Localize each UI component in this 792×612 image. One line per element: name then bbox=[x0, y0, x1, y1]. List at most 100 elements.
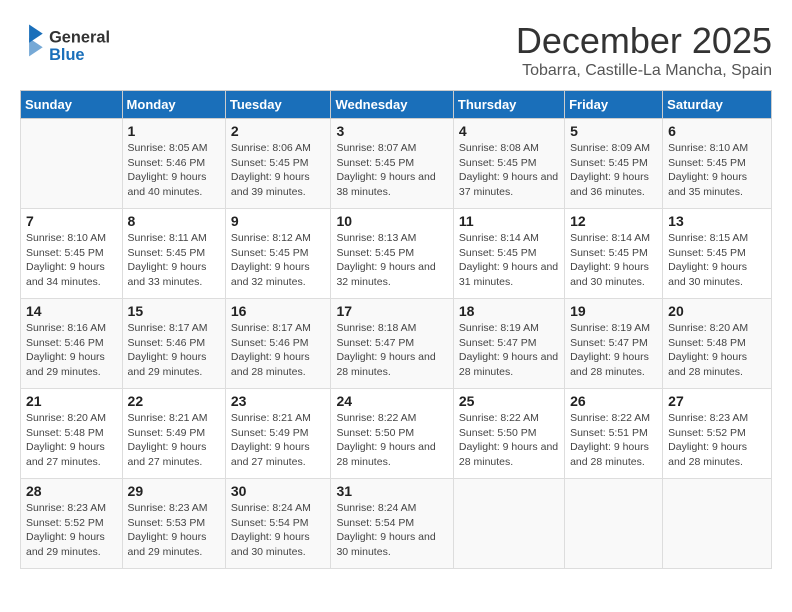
week-row-5: 28 Sunrise: 8:23 AM Sunset: 5:52 PM Dayli… bbox=[21, 479, 772, 569]
day-header-thursday: Thursday bbox=[453, 91, 564, 119]
calendar-cell: 17Sunrise: 8:18 AM Sunset: 5:47 PM Dayli… bbox=[331, 299, 453, 389]
day-info: Sunrise: 8:21 AM Sunset: 5:49 PM Dayligh… bbox=[231, 411, 326, 470]
day-info: Sunrise: 8:11 AM Sunset: 5:45 PM Dayligh… bbox=[128, 231, 220, 290]
day-number: 25 bbox=[459, 393, 559, 409]
calendar-cell: 28 Sunrise: 8:23 AM Sunset: 5:52 PM Dayli… bbox=[21, 479, 123, 569]
day-info: Sunrise: 8:24 AM Sunset: 5:54 PM Dayligh… bbox=[336, 501, 447, 560]
day-info: Sunrise: 8:19 AM Sunset: 5:47 PM Dayligh… bbox=[570, 321, 657, 380]
day-info: Sunrise: 8:22 AM Sunset: 5:50 PM Dayligh… bbox=[336, 411, 447, 470]
calendar-cell: 21 Sunrise: 8:20 AM Sunset: 5:48 PM Dayli… bbox=[21, 389, 123, 479]
month-title: December 2025 bbox=[516, 20, 772, 62]
calendar-cell: 23 Sunrise: 8:21 AM Sunset: 5:49 PM Dayli… bbox=[225, 389, 331, 479]
day-number: 17 bbox=[336, 303, 447, 319]
day-info: Sunrise: 8:14 AM Sunset: 5:45 PM Dayligh… bbox=[570, 231, 657, 290]
calendar-cell: 12 Sunrise: 8:14 AM Sunset: 5:45 PM Dayli… bbox=[565, 209, 663, 299]
day-number: 12 bbox=[570, 213, 657, 229]
day-info: Sunrise: 8:22 AM Sunset: 5:51 PM Dayligh… bbox=[570, 411, 657, 470]
svg-text:General: General bbox=[49, 29, 110, 47]
day-number: 15 bbox=[128, 303, 220, 319]
day-number: 14 bbox=[26, 303, 117, 319]
day-number: 16 bbox=[231, 303, 326, 319]
day-info: Sunrise: 8:23 AM Sunset: 5:52 PM Dayligh… bbox=[668, 411, 766, 470]
day-number: 21 bbox=[26, 393, 117, 409]
calendar-cell: 6Sunrise: 8:10 AM Sunset: 5:45 PM Daylig… bbox=[663, 119, 772, 209]
logo-svg: General Blue bbox=[20, 20, 120, 70]
calendar-cell: 16Sunrise: 8:17 AM Sunset: 5:46 PM Dayli… bbox=[225, 299, 331, 389]
logo: General Blue bbox=[20, 20, 120, 70]
day-number: 19 bbox=[570, 303, 657, 319]
calendar-cell: 14 Sunrise: 8:16 AM Sunset: 5:46 PM Dayli… bbox=[21, 299, 123, 389]
day-header-friday: Friday bbox=[565, 91, 663, 119]
day-info: Sunrise: 8:10 AM Sunset: 5:45 PM Dayligh… bbox=[26, 231, 117, 290]
day-number: 10 bbox=[336, 213, 447, 229]
day-info: Sunrise: 8:09 AM Sunset: 5:45 PM Dayligh… bbox=[570, 141, 657, 200]
day-number: 11 bbox=[459, 213, 559, 229]
day-number: 5 bbox=[570, 123, 657, 139]
day-header-tuesday: Tuesday bbox=[225, 91, 331, 119]
day-info: Sunrise: 8:17 AM Sunset: 5:46 PM Dayligh… bbox=[128, 321, 220, 380]
day-info: Sunrise: 8:12 AM Sunset: 5:45 PM Dayligh… bbox=[231, 231, 326, 290]
day-info: Sunrise: 8:15 AM Sunset: 5:45 PM Dayligh… bbox=[668, 231, 766, 290]
calendar-cell bbox=[21, 119, 123, 209]
calendar-cell bbox=[453, 479, 564, 569]
week-row-3: 14 Sunrise: 8:16 AM Sunset: 5:46 PM Dayli… bbox=[21, 299, 772, 389]
day-number: 3 bbox=[336, 123, 447, 139]
day-header-wednesday: Wednesday bbox=[331, 91, 453, 119]
day-info: Sunrise: 8:23 AM Sunset: 5:52 PM Dayligh… bbox=[26, 501, 117, 560]
day-info: Sunrise: 8:14 AM Sunset: 5:45 PM Dayligh… bbox=[459, 231, 559, 290]
day-header-monday: Monday bbox=[122, 91, 225, 119]
calendar-cell: 25Sunrise: 8:22 AM Sunset: 5:50 PM Dayli… bbox=[453, 389, 564, 479]
calendar-cell: 8 Sunrise: 8:11 AM Sunset: 5:45 PM Daylig… bbox=[122, 209, 225, 299]
day-number: 26 bbox=[570, 393, 657, 409]
day-number: 20 bbox=[668, 303, 766, 319]
calendar-cell: 9 Sunrise: 8:12 AM Sunset: 5:45 PM Daylig… bbox=[225, 209, 331, 299]
day-info: Sunrise: 8:16 AM Sunset: 5:46 PM Dayligh… bbox=[26, 321, 117, 380]
day-number: 6 bbox=[668, 123, 766, 139]
day-number: 24 bbox=[336, 393, 447, 409]
calendar-cell: 1Sunrise: 8:05 AM Sunset: 5:46 PM Daylig… bbox=[122, 119, 225, 209]
day-number: 9 bbox=[231, 213, 326, 229]
day-number: 22 bbox=[128, 393, 220, 409]
day-info: Sunrise: 8:07 AM Sunset: 5:45 PM Dayligh… bbox=[336, 141, 447, 200]
day-info: Sunrise: 8:20 AM Sunset: 5:48 PM Dayligh… bbox=[668, 321, 766, 380]
day-number: 8 bbox=[128, 213, 220, 229]
day-info: Sunrise: 8:20 AM Sunset: 5:48 PM Dayligh… bbox=[26, 411, 117, 470]
calendar-cell: 24 Sunrise: 8:22 AM Sunset: 5:50 PM Dayli… bbox=[331, 389, 453, 479]
day-info: Sunrise: 8:24 AM Sunset: 5:54 PM Dayligh… bbox=[231, 501, 326, 560]
week-row-2: 7Sunrise: 8:10 AM Sunset: 5:45 PM Daylig… bbox=[21, 209, 772, 299]
day-number: 23 bbox=[231, 393, 326, 409]
calendar-cell: 10 Sunrise: 8:13 AM Sunset: 5:45 PM Dayli… bbox=[331, 209, 453, 299]
calendar-cell: 20 Sunrise: 8:20 AM Sunset: 5:48 PM Dayli… bbox=[663, 299, 772, 389]
day-header-saturday: Saturday bbox=[663, 91, 772, 119]
day-number: 13 bbox=[668, 213, 766, 229]
day-info: Sunrise: 8:23 AM Sunset: 5:53 PM Dayligh… bbox=[128, 501, 220, 560]
page-header: General Blue December 2025 Tobarra, Cast… bbox=[20, 20, 772, 80]
day-header-sunday: Sunday bbox=[21, 91, 123, 119]
calendar-cell: 30Sunrise: 8:24 AM Sunset: 5:54 PM Dayli… bbox=[225, 479, 331, 569]
calendar-cell: 11 Sunrise: 8:14 AM Sunset: 5:45 PM Dayli… bbox=[453, 209, 564, 299]
day-number: 1 bbox=[128, 123, 220, 139]
calendar-cell: 3 Sunrise: 8:07 AM Sunset: 5:45 PM Daylig… bbox=[331, 119, 453, 209]
calendar-cell: 15 Sunrise: 8:17 AM Sunset: 5:46 PM Dayli… bbox=[122, 299, 225, 389]
calendar-cell: 2 Sunrise: 8:06 AM Sunset: 5:45 PM Daylig… bbox=[225, 119, 331, 209]
day-number: 31 bbox=[336, 483, 447, 499]
day-info: Sunrise: 8:21 AM Sunset: 5:49 PM Dayligh… bbox=[128, 411, 220, 470]
calendar-cell: 26 Sunrise: 8:22 AM Sunset: 5:51 PM Dayli… bbox=[565, 389, 663, 479]
day-number: 2 bbox=[231, 123, 326, 139]
day-info: Sunrise: 8:19 AM Sunset: 5:47 PM Dayligh… bbox=[459, 321, 559, 380]
day-info: Sunrise: 8:13 AM Sunset: 5:45 PM Dayligh… bbox=[336, 231, 447, 290]
day-info: Sunrise: 8:06 AM Sunset: 5:45 PM Dayligh… bbox=[231, 141, 326, 200]
day-number: 29 bbox=[128, 483, 220, 499]
calendar-cell: 22 Sunrise: 8:21 AM Sunset: 5:49 PM Dayli… bbox=[122, 389, 225, 479]
calendar-cell: 29 Sunrise: 8:23 AM Sunset: 5:53 PM Dayli… bbox=[122, 479, 225, 569]
day-info: Sunrise: 8:08 AM Sunset: 5:45 PM Dayligh… bbox=[459, 141, 559, 200]
day-number: 28 bbox=[26, 483, 117, 499]
day-number: 4 bbox=[459, 123, 559, 139]
day-number: 18 bbox=[459, 303, 559, 319]
calendar-cell bbox=[565, 479, 663, 569]
calendar-table: SundayMondayTuesdayWednesdayThursdayFrid… bbox=[20, 90, 772, 569]
calendar-cell: 18 Sunrise: 8:19 AM Sunset: 5:47 PM Dayli… bbox=[453, 299, 564, 389]
calendar-cell: 5 Sunrise: 8:09 AM Sunset: 5:45 PM Daylig… bbox=[565, 119, 663, 209]
calendar-cell: 27Sunrise: 8:23 AM Sunset: 5:52 PM Dayli… bbox=[663, 389, 772, 479]
week-row-4: 21 Sunrise: 8:20 AM Sunset: 5:48 PM Dayli… bbox=[21, 389, 772, 479]
